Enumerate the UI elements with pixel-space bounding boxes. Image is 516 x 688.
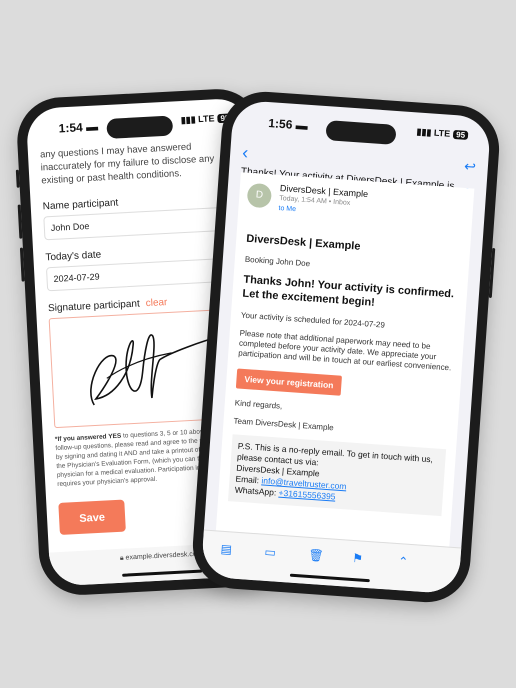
home-indicator	[122, 569, 203, 577]
bed-icon: ▬	[85, 119, 99, 135]
status-time: 1:56 ▬	[267, 116, 309, 133]
status-right: ▮▮▮ LTE95	[416, 126, 469, 141]
bed-icon: ▬	[295, 117, 309, 133]
lock-icon: 🔒︎	[119, 554, 124, 562]
save-button[interactable]: Save	[58, 499, 126, 535]
ps-block: P.S. This is a no-reply email. To get in…	[227, 434, 447, 517]
paperwork-text: Please note that additional paperwork ma…	[238, 328, 452, 373]
trash-icon[interactable]: 🗑︎	[308, 548, 324, 563]
email-headline: Thanks John! Your activity is confirmed.…	[242, 273, 455, 309]
archive-icon[interactable]: ▤	[220, 542, 232, 557]
right-phone: 1:56 ▬ ▮▮▮ LTE95 ‹ ↩ Thanks! Your activi…	[189, 88, 503, 606]
signal-icon: ▮▮▮	[180, 114, 196, 126]
right-screen: 1:56 ▬ ▮▮▮ LTE95 ‹ ↩ Thanks! Your activi…	[200, 99, 492, 595]
email-body: D DiversDesk | Example Today, 1:54 AM • …	[215, 172, 475, 548]
dynamic-island	[106, 115, 174, 139]
url-text: example.diversdesk.com	[125, 550, 203, 562]
flag-icon[interactable]: ⚑	[352, 551, 364, 566]
chevron-left-icon[interactable]: ‹	[242, 142, 249, 163]
folder-icon[interactable]: ▭	[264, 545, 276, 560]
avatar: D	[246, 182, 273, 209]
power-button	[488, 247, 496, 299]
home-indicator	[289, 573, 370, 583]
more-icon[interactable]: ⌃	[398, 554, 409, 569]
brand-title: DiversDesk | Example	[245, 232, 361, 253]
battery-icon: 95	[452, 129, 469, 140]
email-content: DiversDesk | Example Booking John Doe Th…	[218, 218, 471, 517]
recipient-link[interactable]: to Me	[278, 205, 296, 213]
mute-switch	[15, 169, 20, 188]
signal-icon: ▮▮▮	[416, 126, 432, 138]
signature-label: Signature participant	[47, 298, 141, 315]
volume-up-button	[17, 204, 23, 239]
clear-signature-link[interactable]: clear	[145, 297, 167, 309]
view-registration-button[interactable]: View your registration	[235, 368, 343, 396]
reply-icon[interactable]: ↩	[464, 158, 477, 176]
volume-down-button	[19, 247, 25, 282]
status-time: 1:54 ▬	[58, 119, 99, 136]
